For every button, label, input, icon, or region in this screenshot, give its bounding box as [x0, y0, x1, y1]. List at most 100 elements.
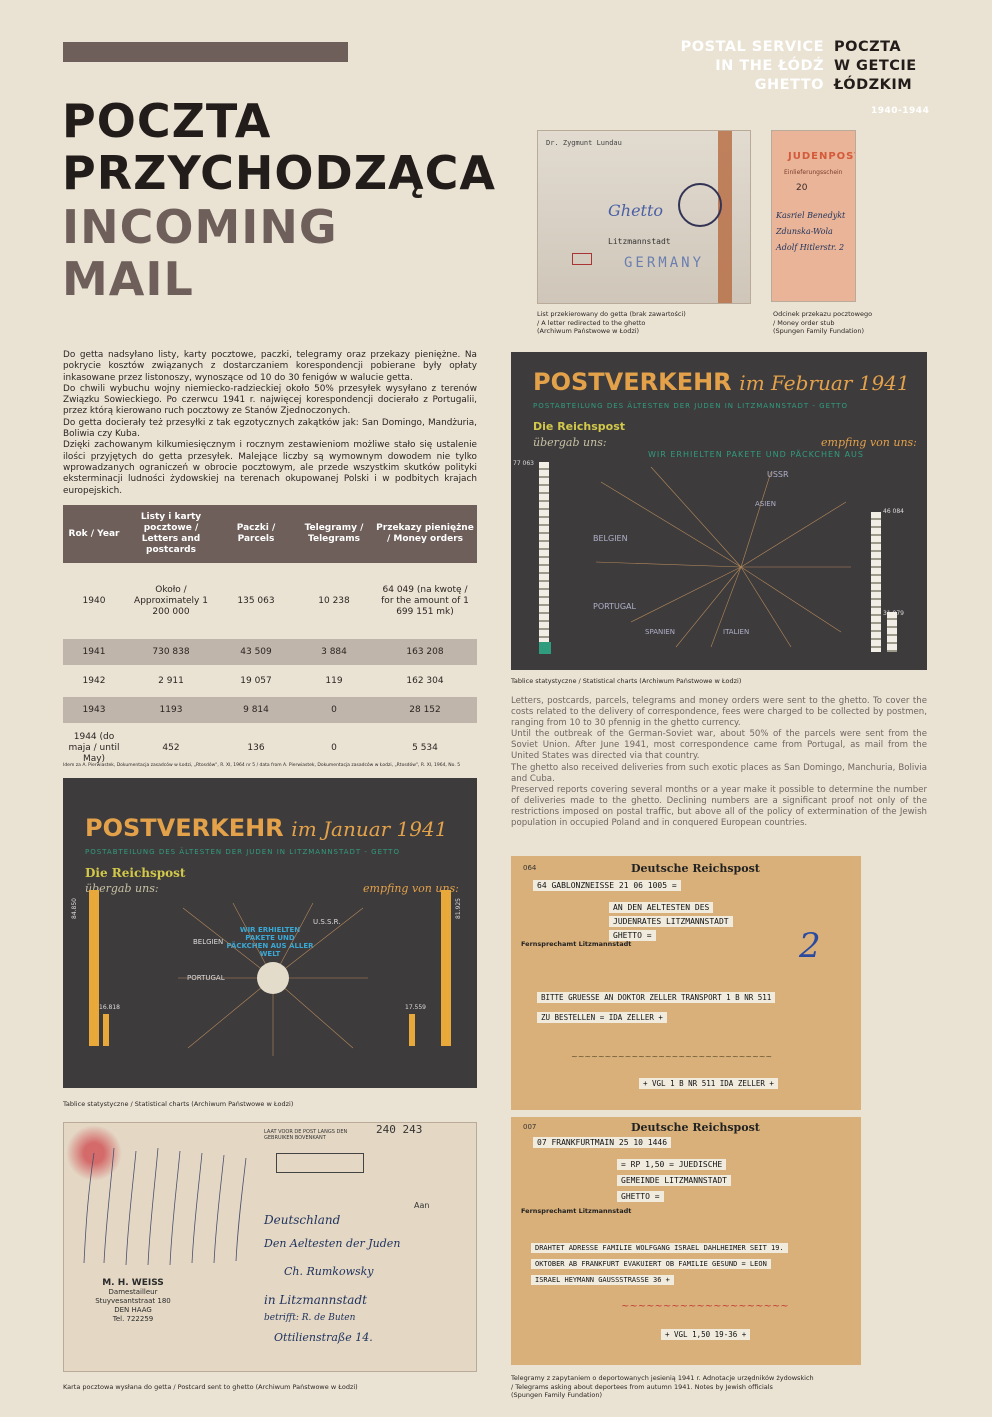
caption-line: Telegramy z zapytaniem o deportowanych j…: [511, 1374, 814, 1382]
money-order-hand: Kasriel Benedykt: [776, 211, 846, 220]
header-pl: POCZTA W GETCIE ŁÓDZKIM: [834, 38, 917, 95]
postcard-handwriting-icon: [83, 1147, 247, 1266]
telegram-strip: = RP 1,50 = JUEDISCHE: [617, 1159, 727, 1170]
caption-letter: List przekierowany do getta (brak zawart…: [537, 310, 686, 336]
intro-paragraph: Do getta docierały też przesyłki z tak e…: [63, 417, 477, 440]
telegram-strip: DRAHTET ADRESSE FAMILIE WOLFGANG ISRAEL …: [531, 1243, 788, 1253]
stamp-box: [572, 253, 592, 265]
caption-chart-feb: Tablice statystyczne / Statistical chart…: [511, 677, 742, 685]
table-cell: 0: [295, 697, 373, 723]
telegram-strip: + VGL 1,50 19-36 +: [661, 1329, 751, 1340]
postcard-number: 240 243: [376, 1123, 423, 1136]
money-order-sub: Einlieferungsschein: [784, 169, 843, 176]
telegram-strip: GEMEINDE LITZMANNSTADT: [617, 1175, 731, 1186]
caption-line: / Money order stub: [773, 318, 835, 327]
telegram-place: Fernsprechamt Litzmannstadt: [521, 1207, 632, 1215]
table-cell: 2 911: [158, 675, 184, 686]
table-cell: 162 304: [406, 675, 444, 686]
english-paragraph: Preserved reports covering several month…: [511, 784, 927, 829]
caption-line: (Archiwum Państwowe w Łodzi): [537, 327, 640, 335]
postcard-aan: Aan: [414, 1201, 430, 1210]
telegram-strip: GHETTO =: [617, 1191, 664, 1202]
chart-radial-lines: [595, 466, 851, 648]
title-en-line: MAIL: [62, 252, 194, 306]
chart-left-total: 77 063: [513, 460, 534, 467]
header-en: POSTAL SERVICE IN THE ŁÓDŹ GHETTO: [681, 38, 824, 95]
chart-subtitle: POSTABTEILUNG DES ÄLTESTEN DER JUDEN IN …: [85, 848, 400, 856]
postcard-hand: Ch. Rumkowsky: [284, 1265, 374, 1278]
postcard-hand: in Litzmannstadt: [264, 1293, 367, 1307]
table-cell: 19 057: [240, 675, 272, 686]
chart-right-label: empfing von uns:: [821, 436, 917, 449]
postcard-stamp: LAAT VOOR DE POST LANGS DEN GEBRUIKEN BO…: [264, 1129, 348, 1141]
postcard-hand: Deutschland: [264, 1213, 341, 1227]
telegram-header: Deutsche Reichspost: [631, 862, 760, 875]
table-row: 1940 Około / Approximately 1 200 000 135…: [63, 563, 477, 639]
letter-handwriting: Ghetto: [608, 201, 664, 220]
letter-photo: Dr. Zygmunt Lundau Ghetto Litzmannstadt …: [537, 130, 751, 304]
postmark-icon: [276, 1153, 364, 1173]
table-cell: 43 509: [217, 639, 295, 665]
sender-tel: Tel. 722259: [112, 1315, 154, 1323]
intro-paragraph: Do chwili wybuchu wojny niemiecko-radzie…: [63, 383, 477, 417]
caption-line: Odcinek przekazu pocztowego: [773, 310, 873, 318]
table-cell: 163 208: [373, 639, 477, 665]
title-en-line: INCOMING: [62, 200, 338, 254]
chart-right-total: 46 084: [883, 508, 904, 515]
letter-country: GERMANY: [624, 255, 705, 271]
caption-chart-jan: Tablice statystyczne / Statistical chart…: [63, 1100, 294, 1108]
header-pl-line: W GETCIE: [834, 58, 917, 74]
chart-country: BELGIEN: [593, 534, 628, 543]
table-header: Paczki / Parcels: [217, 505, 295, 563]
chart-country: BELGIEN: [193, 938, 224, 946]
telegram-mark: 2: [799, 926, 821, 966]
table-header: Przekazy pieniężne / Money orders: [373, 505, 477, 563]
postcard-hand: Den Aeltesten der Juden: [264, 1237, 401, 1250]
telegram-strip: + VGL 1 B NR 511 IDA ZELLER +: [639, 1078, 778, 1089]
chart-country: PORTUGAL: [593, 602, 636, 611]
telegram-strip: BITTE GRUESSE AN DOKTOR ZELLER TRANSPORT…: [537, 992, 776, 1003]
chart-february: POSTVERKEHR im Februar 1941 POSTABTEILUN…: [511, 352, 927, 670]
caption-line: (Spungen Family Fundation): [511, 1391, 603, 1399]
telegram-note-icon: ~~~~~~~~~~~~~~~~~~~~~~~~~~~~~~: [571, 1052, 773, 1061]
header-years: 1940-1944: [871, 106, 930, 116]
sender-city: DEN HAAG: [114, 1306, 152, 1314]
chart-title: POSTVERKEHR im Februar 1941: [533, 368, 910, 396]
english-paragraph: Until the outbreak of the German-Soviet …: [511, 729, 927, 762]
chart-country: PORTUGAL: [187, 974, 225, 982]
telegram-place: Fernsprechamt Litzmannstadt: [521, 940, 632, 948]
money-order-amount: 20: [796, 183, 808, 193]
table-row: 1942 2 911 19 057 119 162 304: [63, 665, 477, 697]
header-en-line: IN THE ŁÓDŹ: [715, 58, 824, 74]
chart-country: SPANIEN: [645, 628, 675, 636]
chart-left-small: 16.818: [99, 1004, 120, 1011]
chart-bar: [89, 890, 99, 1046]
table-cell: 64 049 (na kwotę / for the amount of 1 6…: [381, 584, 469, 617]
chart-bar: [103, 1014, 109, 1046]
chart-january: POSTVERKEHR im Januar 1941 POSTABTEILUNG…: [63, 778, 477, 1088]
money-order-photo: JUDENPOST Einlieferungsschein 20 Kasriel…: [771, 130, 856, 302]
telegram-1: 064 Deutsche Reichspost 64 GABLONZNEISSE…: [511, 856, 861, 1110]
table-cell: 1943: [63, 697, 125, 723]
english-paragraph: The ghetto also received deliveries from…: [511, 762, 927, 784]
telegram-strip: 07 FRANKFURTMAIN 25 10 1446: [533, 1137, 672, 1148]
table-source: Idem za A. Pierwiastek, Dokumentacja zas…: [63, 763, 461, 768]
intro-paragraph: Dzięki zachowanym kilkumiesięcznym i roc…: [63, 440, 477, 496]
table-cell: 10 238: [318, 595, 350, 606]
postcard-hand: betrifft: R. de Buten: [264, 1313, 356, 1323]
chart-title-b: im Februar 1941: [739, 371, 910, 395]
chart-right-small: 17.559: [405, 1004, 426, 1011]
chart-bar: [409, 1014, 415, 1046]
caption-line: / A letter redirected to the ghetto: [537, 318, 646, 327]
letter-dest: Litzmannstadt: [608, 237, 671, 246]
table-cell: 3 884: [295, 639, 373, 665]
chart-left-total: 84.850: [71, 898, 78, 919]
telegram-code: 064: [523, 864, 537, 872]
censor-tape: [718, 131, 732, 303]
letter-line: Dr. Zygmunt Lundau: [546, 139, 622, 147]
money-order-hand: Adolf Hitlerstr. 2: [776, 243, 845, 252]
telegram-strip: 64 GABLONZNEISSE 21 06 1005 =: [533, 880, 681, 891]
table-cell: 119: [325, 675, 343, 686]
chart-right-total: 81.925: [455, 898, 462, 919]
caption-telegrams: Telegramy z zapytaniem o deportowanych j…: [511, 1374, 814, 1400]
